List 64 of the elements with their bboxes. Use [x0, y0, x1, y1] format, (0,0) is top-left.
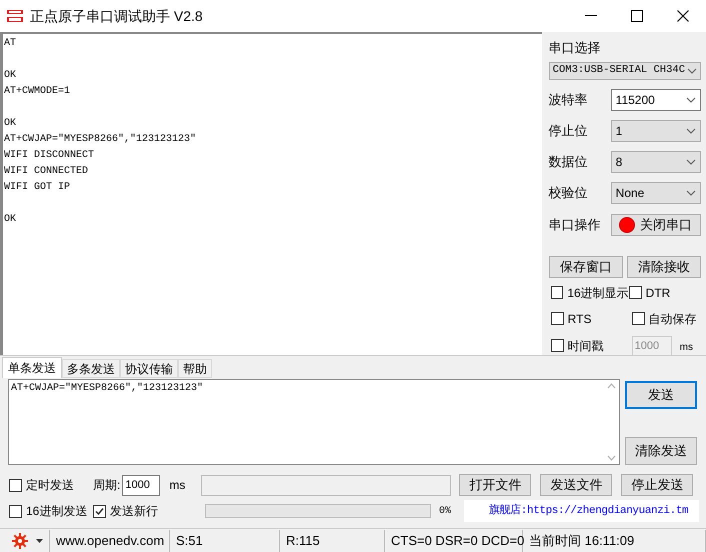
checkbox-label: 发送新行 — [110, 503, 158, 520]
line-status: CTS=0 DSR=0 DCD=0 — [391, 532, 524, 550]
file-button[interactable]: 打开文件 — [459, 474, 532, 496]
period-field[interactable]: 1000 — [122, 474, 160, 496]
dropdown[interactable]: None — [610, 182, 701, 204]
progress-label: 0% — [439, 504, 452, 518]
settings-icon — [12, 532, 28, 548]
checkbox[interactable] — [632, 312, 645, 326]
send-button[interactable]: 清除发送 — [625, 437, 697, 465]
close-port-button[interactable]: 关闭串口 — [610, 214, 701, 236]
current-time: 当前时间 16:11:09 — [529, 532, 634, 550]
tab[interactable]: 帮助 — [178, 359, 212, 378]
file-button[interactable]: 停止发送 — [621, 474, 694, 496]
field-label: 串口操作 — [548, 216, 602, 234]
field-label: 校验位 — [548, 184, 589, 202]
checkbox[interactable] — [628, 286, 642, 300]
period-label: 周期: — [93, 477, 120, 494]
checkbox[interactable] — [9, 478, 22, 492]
checkbox[interactable] — [9, 504, 22, 518]
checkbox[interactable] — [550, 312, 564, 326]
unit-label: ms — [169, 477, 186, 494]
received-count: R:115 — [286, 532, 320, 550]
send-button[interactable]: 发送 — [625, 381, 697, 409]
baud-rate-combo[interactable]: 115200 — [610, 88, 701, 111]
dropdown[interactable]: 8 — [610, 150, 701, 173]
field-label: 串口选择 — [548, 39, 602, 56]
tab[interactable]: 协议传输 — [120, 359, 178, 378]
panel-button[interactable]: 保存窗口 — [548, 256, 623, 278]
unit-label: ms — [680, 341, 694, 356]
dropdown[interactable]: 1 — [610, 120, 701, 142]
field-label: 停止位 — [548, 122, 589, 140]
checkbox-label: 定时发送 — [26, 477, 74, 494]
checkbox-label: RTS — [568, 310, 592, 328]
tab[interactable]: 单条发送 — [2, 357, 62, 378]
port-select[interactable]: COM3:USB-SERIAL CH34C — [548, 62, 701, 80]
chevron-down-icon — [686, 96, 696, 103]
checkbox[interactable] — [550, 339, 564, 352]
chevron-down-icon — [686, 190, 696, 196]
file-path-field[interactable] — [201, 474, 452, 496]
checkbox-label: 16进制发送 — [26, 503, 88, 520]
maximize-icon — [631, 10, 643, 22]
caret-icon — [36, 538, 43, 542]
panel-button[interactable]: 清除接收 — [626, 256, 702, 278]
checkbox-label: 16进制显示 — [567, 284, 629, 302]
sent-count: S:51 — [176, 532, 203, 550]
field-label: 数据位 — [548, 153, 589, 171]
window-title: 正点原子串口调试助手 V2.8 — [30, 6, 203, 26]
file-button[interactable]: 发送文件 — [540, 474, 612, 496]
chevron-down-icon — [687, 68, 697, 74]
minimize-icon — [585, 15, 597, 17]
chevron-down-icon — [686, 128, 696, 134]
field-label: 波特率 — [548, 91, 589, 109]
checkbox[interactable] — [550, 286, 564, 300]
logo-icon — [6, 8, 24, 24]
checkbox-label: 自动保存 — [648, 310, 697, 328]
tab[interactable]: 多条发送 — [62, 359, 120, 378]
checkbox[interactable] — [93, 504, 106, 518]
receive-log: AT OK AT+CWMODE=1 OK AT+CWJAP="MYESP8266","123123123" WIFI DISCONNECT WIFI CONNECTED WIFI GOT IP OK — [0, 32, 542, 355]
checkbox-label: 时间戳 — [568, 338, 604, 355]
chevron-down-icon — [686, 158, 696, 165]
close-icon — [677, 10, 689, 22]
website-link[interactable]: www.openedv.com — [56, 530, 164, 550]
send-text-field[interactable]: AT+CWJAP="MYESP8266","123123123" — [8, 379, 620, 465]
checkbox-label: DTR — [646, 284, 670, 302]
